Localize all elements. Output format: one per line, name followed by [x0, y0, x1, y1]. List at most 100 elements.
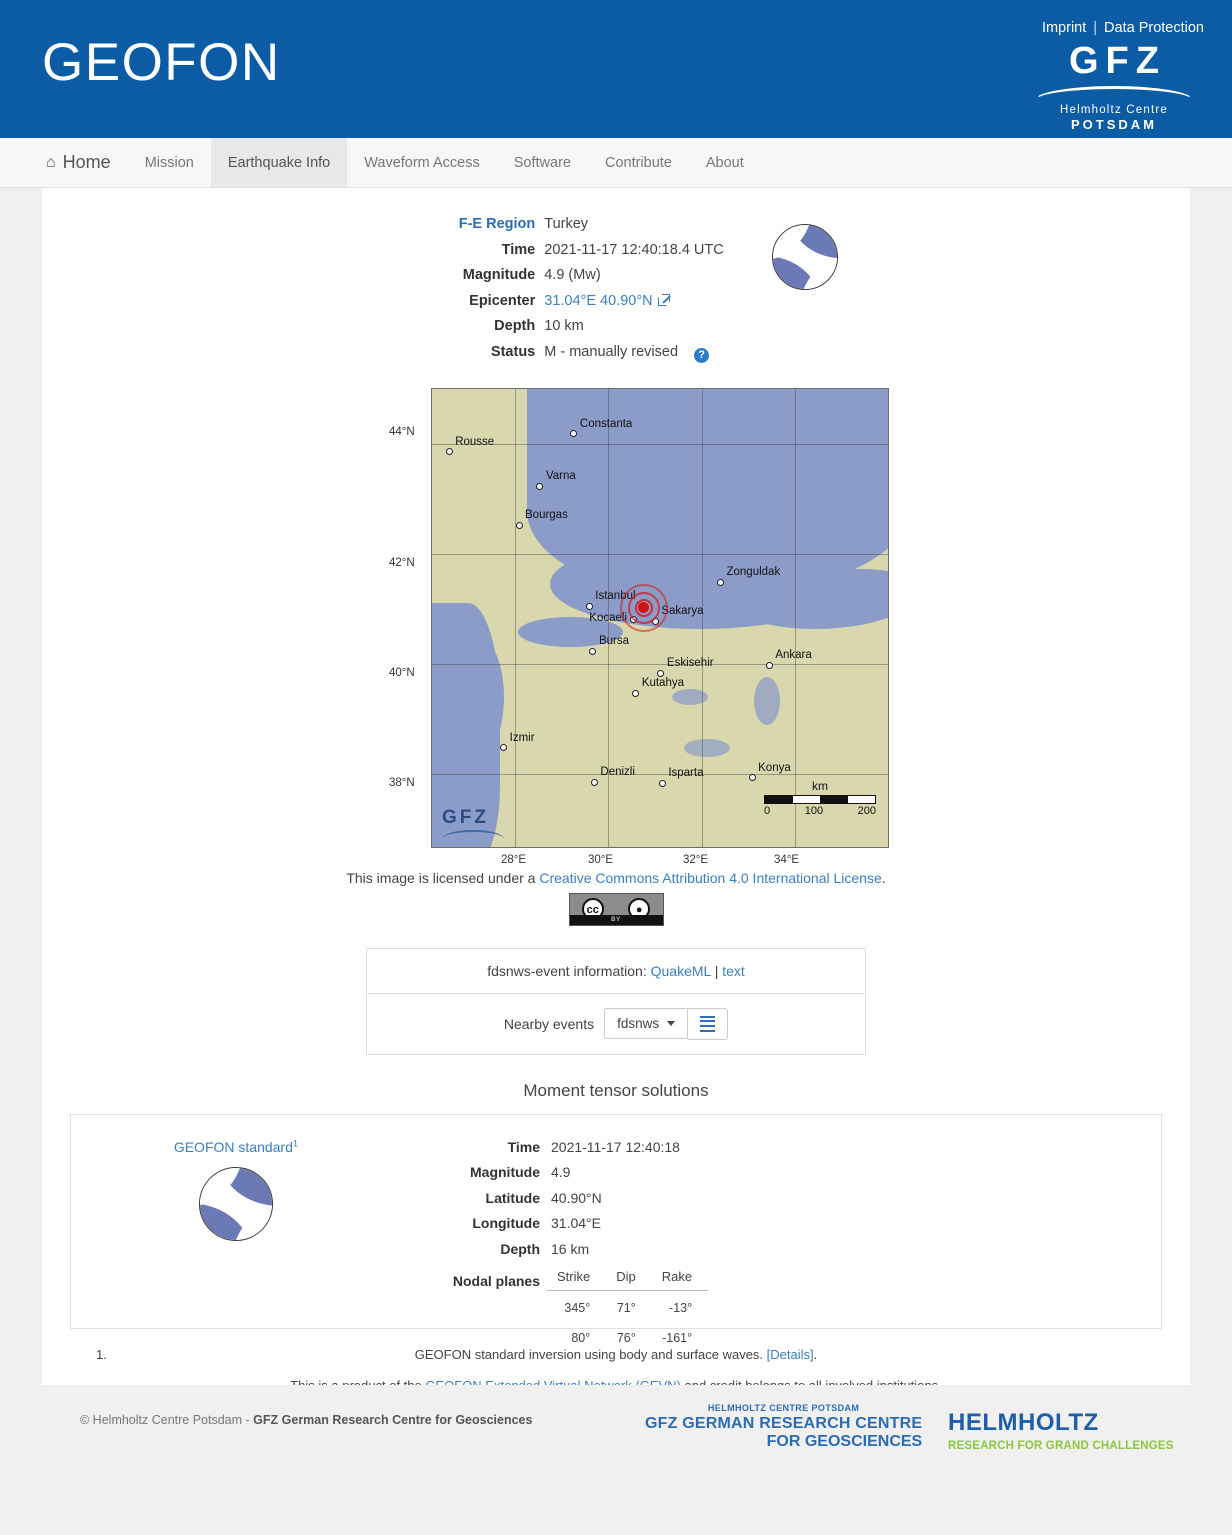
- city-marker: [589, 647, 597, 655]
- mt-label-nodal-planes: Nodal planes: [452, 1272, 540, 1289]
- creative-commons-badge[interactable]: cc ● BY: [568, 892, 664, 926]
- fdsnws-info-label: fdsnws-event information:: [487, 962, 647, 979]
- footer-gfz-logo[interactable]: HELMHOLTZ CENTRE POTSDAM GFZ GERMAN RESE…: [645, 1403, 922, 1451]
- mt-value-depth: 16 km: [551, 1240, 590, 1257]
- geofon-standard-link[interactable]: GEOFON standard1: [174, 1139, 298, 1156]
- map-scale-tick-0: 0: [764, 804, 771, 817]
- city-label: Denizli: [600, 766, 635, 779]
- home-icon: ⌂: [46, 153, 56, 171]
- nav-item-software[interactable]: Software: [497, 138, 588, 187]
- label-epicenter: Epicenter: [469, 292, 536, 309]
- gevn-link[interactable]: GEOFON Extended Virtual Network (GEVN): [425, 1378, 681, 1385]
- footnote-text-after: .: [813, 1346, 818, 1362]
- link-separator: |: [1093, 20, 1098, 36]
- map-scale-tick-1: 100: [804, 804, 824, 817]
- event-row-depth: Depth 10 km: [394, 314, 724, 340]
- cc-by-label: BY: [569, 914, 663, 925]
- mt-row-longitude: Longitude 31.04°E: [401, 1211, 708, 1237]
- map-lat-tick-0: 44°N: [389, 425, 415, 438]
- event-beachball-container: [771, 212, 838, 366]
- nav-item-contribute[interactable]: Contribute: [588, 138, 689, 187]
- moment-tensor-card: GEOFON standard1 Time 2021-11-17 12:40:1…: [70, 1113, 1162, 1345]
- product-credit: This is a product of the GEOFON Extended…: [42, 1378, 1190, 1385]
- mt-row-nodal-planes: Nodal planes Strike Dip Rake 345° 71° -1…: [401, 1263, 709, 1355]
- license-link[interactable]: Creative Commons Attribution 4.0 Interna…: [539, 870, 881, 886]
- data-protection-link[interactable]: Data Protection: [1104, 20, 1204, 36]
- map-lat-tick-1: 42°N: [389, 556, 415, 569]
- license-text-suffix: .: [881, 869, 886, 886]
- nodal-header-dip: Dip: [606, 1265, 652, 1291]
- mt-value-time: 2021-11-17 12:40:18: [551, 1138, 680, 1155]
- value-magnitude: 4.9 (Mw): [544, 267, 601, 284]
- footer-copyright-bold: GFZ German Research Centre for Geoscienc…: [253, 1413, 533, 1427]
- focal-mechanism-beachball-solution: [199, 1167, 273, 1242]
- event-row-magnitude: Magnitude 4.9 (Mw): [394, 263, 724, 289]
- moment-tensor-solution-details: Time 2021-11-17 12:40:18 Magnitude 4.9 L…: [401, 1115, 709, 1345]
- city-label: Constanta: [579, 417, 633, 430]
- mt-label-magnitude: Magnitude: [470, 1164, 540, 1181]
- text-format-link[interactable]: text: [722, 963, 745, 979]
- product-text-before: This is a product of the: [290, 1378, 425, 1385]
- map-lon-tick-1: 30°E: [588, 853, 614, 866]
- nearby-events-source-select[interactable]: fdsnws: [604, 1008, 689, 1040]
- nav-item-home[interactable]: ⌂ Home: [36, 138, 128, 187]
- map-watermark-gfz: GFZ: [442, 806, 489, 828]
- status-description: - manually revised: [560, 343, 679, 360]
- footnote-number: 1.: [96, 1346, 107, 1362]
- moment-tensor-title: Moment tensor solutions: [523, 1080, 709, 1100]
- external-link-icon[interactable]: [657, 293, 671, 306]
- nav-item-earthquake-info[interactable]: Earthquake Info: [210, 138, 348, 187]
- footnote-section: 1. GEOFON standard inversion using body …: [42, 1347, 1190, 1362]
- nodal-header-rake: Rake: [651, 1265, 709, 1291]
- earthquake-map[interactable]: Constanta Rousse Varna Bourgas Zonguldak Ista…: [431, 387, 889, 848]
- nodal-plane-1-strike: 345°: [564, 1300, 591, 1315]
- mt-label-latitude: Latitude: [485, 1189, 540, 1206]
- gfz-logo-potsdam: POTSDAM: [1071, 117, 1157, 133]
- city-marker: [515, 521, 523, 529]
- nav-item-waveform-access[interactable]: Waveform Access: [347, 138, 497, 187]
- list-icon: [700, 1015, 716, 1032]
- mt-value-latitude: 40.90°N: [551, 1189, 602, 1206]
- city-label: Bursa: [598, 635, 630, 648]
- city-marker: [632, 689, 640, 697]
- nodal-header-strike: Strike: [547, 1265, 607, 1291]
- gfz-logo[interactable]: GFZ Helmholtz Centre POTSDAM: [1028, 42, 1200, 134]
- footer-copyright: © Helmholtz Centre Potsdam - GFZ German …: [80, 1413, 532, 1427]
- city-label: Kutahya: [641, 677, 684, 690]
- help-icon[interactable]: ?: [694, 347, 710, 363]
- imprint-link[interactable]: Imprint: [1042, 20, 1086, 36]
- mt-row-depth: Depth 16 km: [401, 1237, 708, 1263]
- nearby-events-source-value: fdsnws: [617, 1016, 660, 1032]
- city-marker: [590, 778, 598, 786]
- epicenter-marker: [638, 601, 649, 613]
- moment-tensor-table: Time 2021-11-17 12:40:18 Magnitude 4.9 L…: [401, 1135, 709, 1355]
- value-time: 2021-11-17 12:40:18.4 UTC: [544, 241, 724, 258]
- epicenter-coordinates-link[interactable]: 31.04°E 40.90°N: [544, 293, 652, 309]
- footer-gfz-line3: FOR GEOSCIENCES: [766, 1433, 923, 1450]
- nodal-planes-table: Strike Dip Rake 345° 71° -13° 80° 76° -1…: [547, 1265, 709, 1352]
- nav-item-about[interactable]: About: [689, 138, 761, 187]
- mt-label-time: Time: [507, 1138, 540, 1155]
- site-footer: © Helmholtz Centre Potsdam - GFZ German …: [0, 1385, 1232, 1535]
- license-notice: This image is licensed under a Creative …: [42, 870, 1190, 926]
- mt-label-depth: Depth: [500, 1240, 540, 1257]
- nodal-plane-row: 345° 71° -13°: [547, 1290, 708, 1321]
- footer-helmholtz-logo[interactable]: HELMHOLTZ RESEARCH FOR GRAND CHALLENGES: [948, 1409, 1174, 1452]
- city-marker: [765, 661, 773, 669]
- site-brand-geofon[interactable]: GEOFON: [42, 36, 281, 89]
- quakeml-link[interactable]: QuakeML: [651, 963, 711, 979]
- nearby-events-list-button[interactable]: [688, 1007, 729, 1040]
- map-lon-tick-3: 34°E: [774, 853, 800, 866]
- map-lon-tick-2: 32°E: [683, 853, 709, 866]
- label-status: Status: [490, 343, 536, 360]
- footnote-text-before: GEOFON standard inversion using body and…: [414, 1346, 767, 1362]
- city-marker: [716, 578, 724, 586]
- details-link[interactable]: [Details]: [767, 1347, 814, 1362]
- label-time: Time: [501, 241, 536, 258]
- map-scale-unit: km: [812, 778, 828, 793]
- license-text-prefix: This image is licensed under a: [346, 869, 540, 886]
- site-header: Imprint | Data Protection GEOFON GFZ Helmh…: [0, 0, 1232, 138]
- event-row-status: Status M - manually revised ?: [394, 340, 724, 366]
- nav-item-mission[interactable]: Mission: [128, 138, 211, 187]
- event-row-epicenter: Epicenter 31.04°E 40.90°N: [394, 289, 724, 315]
